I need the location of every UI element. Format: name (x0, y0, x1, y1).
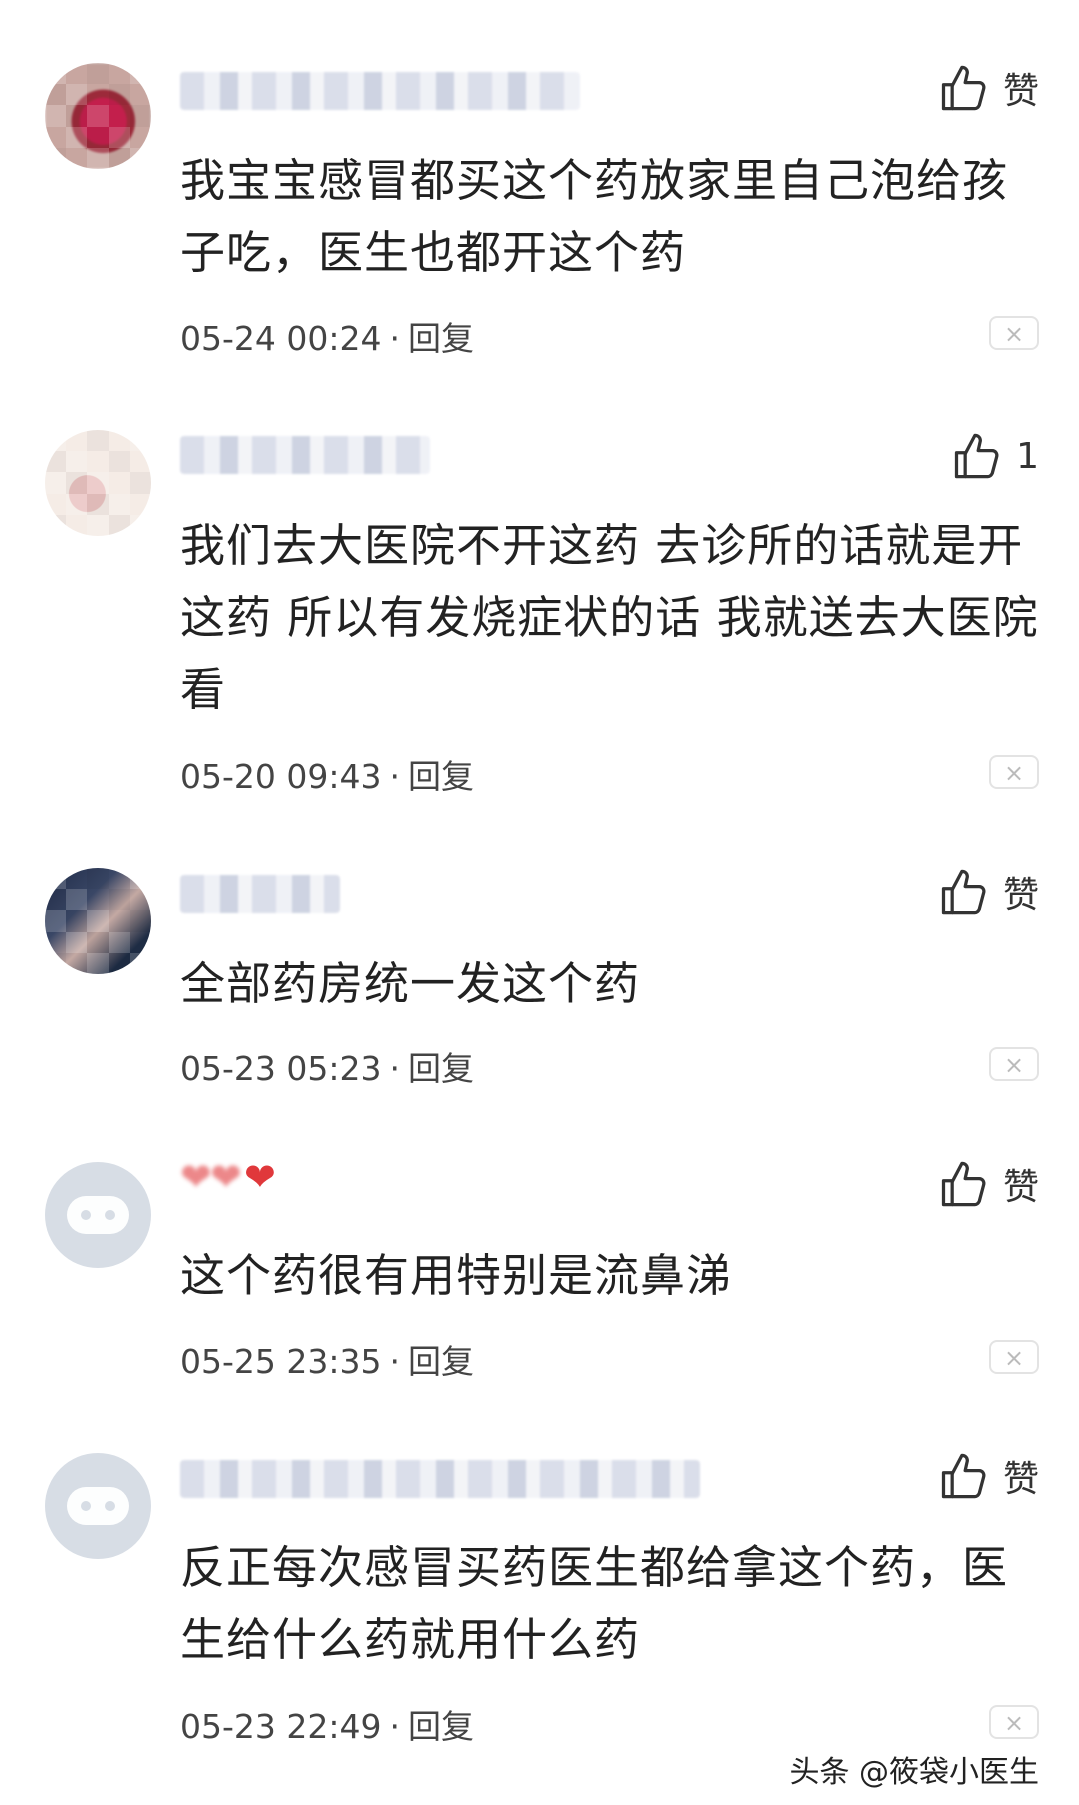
close-icon[interactable]: × (989, 755, 1039, 789)
heart-icon: ❤ (210, 1155, 242, 1199)
reply-button[interactable]: 回复 (408, 319, 474, 358)
default-avatar-icon (67, 1196, 129, 1234)
comment-text: 反正每次感冒买药医生都给拿这个药，医生给什么药就用什么药 (180, 1541, 1009, 1666)
comment-date: 05-20 09:43 (180, 757, 382, 796)
comment-meta: 05-20 09:43 · 回复 (180, 757, 474, 796)
thumbs-up-icon (941, 1161, 986, 1207)
comment-text: 我宝宝感冒都买这个药放家里自己泡给孩子吃，医生也都开这个药 (180, 154, 1009, 279)
avatar[interactable] (45, 430, 151, 536)
close-icon[interactable]: × (989, 316, 1039, 350)
username-hearts[interactable]: ❤ ❤ ❤ (180, 1158, 290, 1196)
close-icon[interactable]: × (989, 1705, 1039, 1739)
like-button[interactable]: 赞 (937, 1450, 1039, 1502)
username-blurred[interactable] (180, 436, 430, 474)
thumbs-up-icon (954, 433, 999, 479)
comment-text: 全部药房统一发这个药 (180, 957, 641, 1010)
reply-button[interactable]: 回复 (408, 1342, 474, 1381)
comment-date: 05-24 00:24 (180, 319, 382, 358)
avatar[interactable] (45, 1453, 151, 1559)
thumbs-up-icon (941, 65, 986, 111)
close-icon[interactable]: × (989, 1340, 1039, 1374)
comment-meta: 05-25 23:35 · 回复 (180, 1342, 474, 1381)
comment-meta: 05-23 22:49 · 回复 (180, 1707, 474, 1746)
like-button[interactable]: 赞 (937, 866, 1039, 918)
like-count: 赞 (1002, 1167, 1039, 1208)
comment-meta: 05-23 05:23 · 回复 (180, 1049, 474, 1088)
username-blurred[interactable] (180, 875, 340, 913)
avatar[interactable] (45, 1162, 151, 1268)
username-blurred[interactable] (180, 72, 580, 110)
reply-button[interactable]: 回复 (408, 757, 474, 796)
thumbs-up-icon (941, 869, 986, 915)
like-count: 赞 (1002, 71, 1039, 112)
default-avatar-icon (67, 1487, 129, 1525)
like-button[interactable]: 1 (950, 430, 1039, 482)
avatar[interactable] (45, 63, 151, 169)
reply-button[interactable]: 回复 (408, 1049, 474, 1088)
heart-icon: ❤ (244, 1155, 276, 1199)
comment-date: 05-23 22:49 (180, 1707, 382, 1746)
thumbs-up-icon (941, 1453, 986, 1499)
close-icon[interactable]: × (989, 1047, 1039, 1081)
comment-text: 我们去大医院不开这药 去诊所的话就是开这药 所以有发烧症状的话 我就送去大医院看 (180, 519, 1039, 716)
like-count: 赞 (1002, 1459, 1039, 1500)
like-count: 赞 (1002, 875, 1039, 916)
username-blurred[interactable] (180, 1460, 700, 1498)
like-button[interactable]: 赞 (937, 1158, 1039, 1210)
like-count: 1 (1016, 435, 1039, 477)
comment-date: 05-25 23:35 (180, 1342, 382, 1381)
comment-meta: 05-24 00:24 · 回复 (180, 319, 474, 358)
reply-button[interactable]: 回复 (408, 1707, 474, 1746)
comment-date: 05-23 05:23 (180, 1049, 382, 1088)
avatar[interactable] (45, 868, 151, 974)
comment-text: 这个药很有用特别是流鼻涕 (180, 1249, 733, 1302)
watermark: 头条 @筱袋小医生 (789, 1755, 1039, 1790)
like-button[interactable]: 赞 (937, 62, 1039, 114)
